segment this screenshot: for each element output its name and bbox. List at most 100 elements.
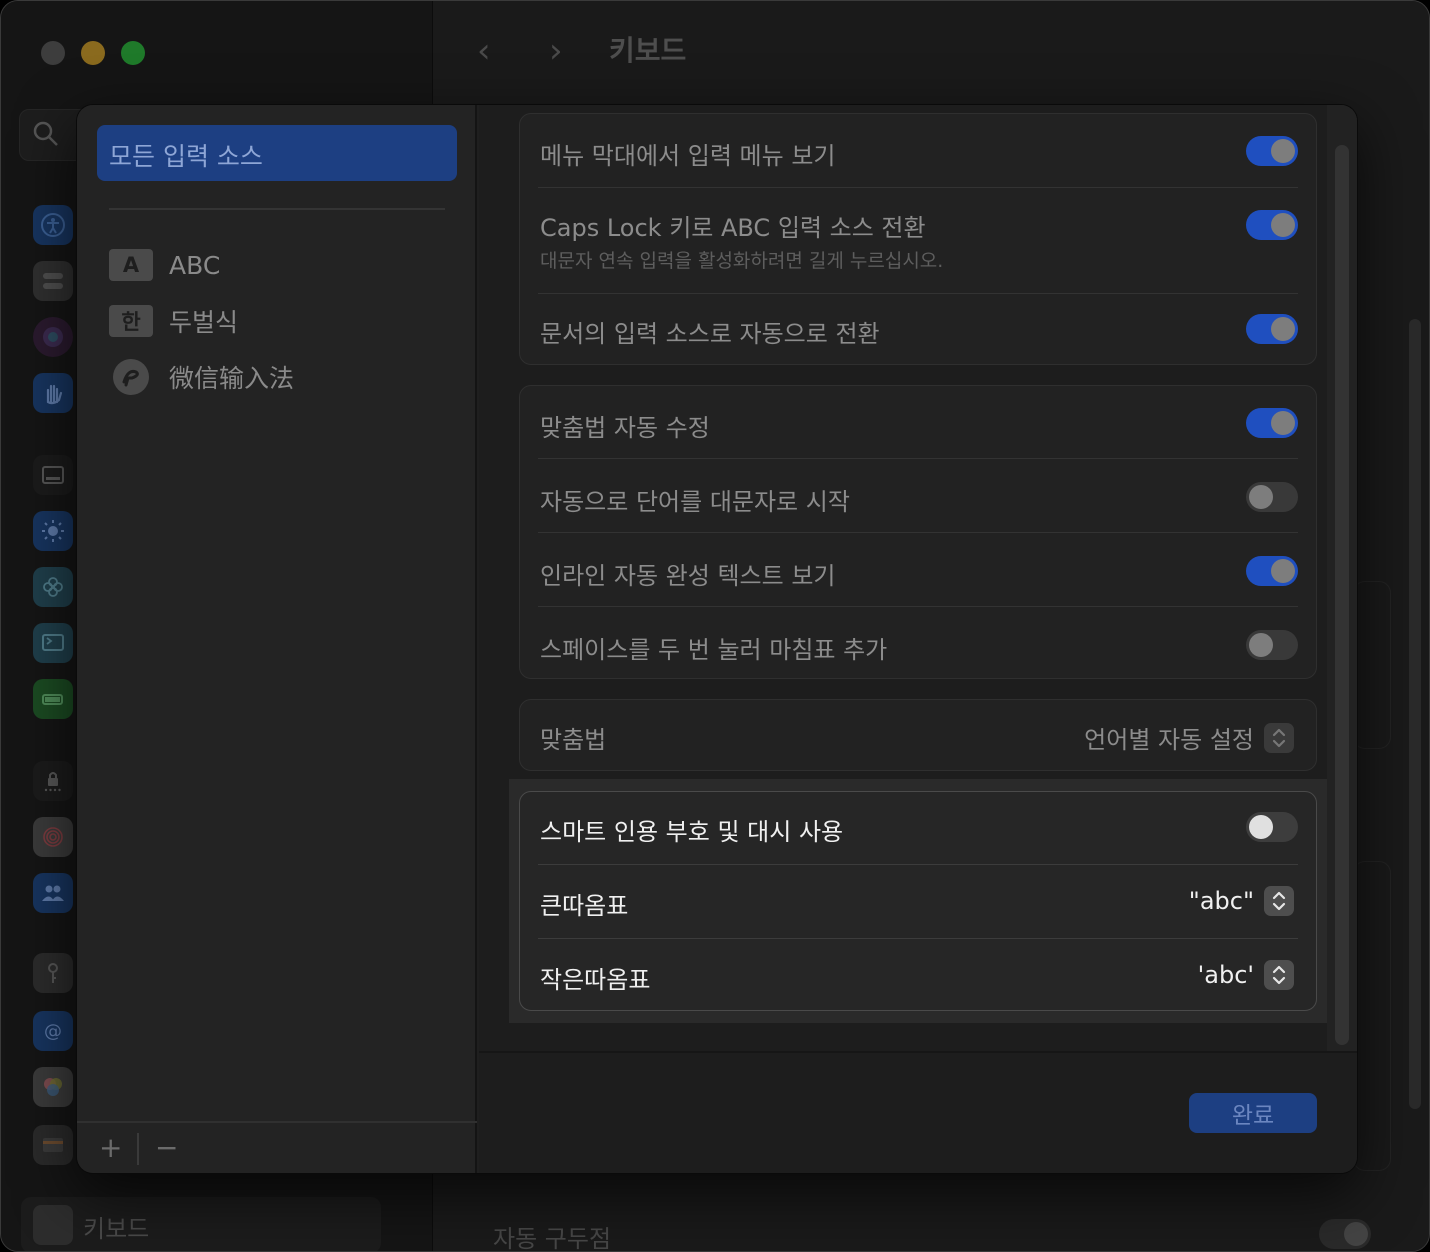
sidebar-item-keyboard[interactable]: [21, 1197, 381, 1251]
hangul-badge-icon: 한: [109, 305, 153, 337]
sidebar-item-keyboard-label: 키보드: [83, 1215, 150, 1243]
battery-icon[interactable]: [33, 679, 73, 719]
row-sublabel: 대문자 연속 입력을 활성화하려면 길게 누르십시오.: [540, 250, 944, 272]
row-label: 맞춤법 자동 수정: [540, 414, 710, 442]
row-separator: [538, 606, 1298, 607]
caps-lock-switch-toggle[interactable]: [1246, 210, 1298, 240]
double-space-period-toggle[interactable]: [1246, 630, 1298, 660]
up-down-chevron-icon: [1264, 960, 1294, 990]
background-auto-punctuation-label: 자동 구두점: [493, 1225, 612, 1252]
auto-capitalize-row: 자동으로 단어를 대문자로 시작: [540, 480, 1298, 516]
single-quotes-popup[interactable]: 'abc': [1198, 960, 1294, 990]
keyboard-icon: [33, 1205, 73, 1245]
siri-icon[interactable]: [33, 317, 73, 357]
passwords-key-icon[interactable]: [33, 953, 73, 993]
show-input-menu-toggle[interactable]: [1246, 136, 1298, 166]
auto-correct-row: 맞춤법 자동 수정: [540, 406, 1298, 442]
row-label: 자동으로 단어를 대문자로 시작: [540, 488, 850, 516]
svg-text:@: @: [44, 1021, 62, 1042]
remove-input-source-button[interactable]: −: [155, 1133, 178, 1163]
maximize-window-button[interactable]: [121, 41, 145, 65]
double-quotes-row: 큰따옴표 "abc": [540, 884, 1298, 920]
control-center-icon[interactable]: [33, 261, 73, 301]
popup-value: 언어별 자동 설정: [1084, 726, 1254, 754]
auto-switch-source-row: 문서의 입력 소스로 자동으로 전환: [540, 312, 1298, 348]
users-groups-icon[interactable]: [33, 873, 73, 913]
list-divider: [109, 208, 445, 210]
single-quotes-row: 작은따옴표 'abc': [540, 958, 1298, 994]
input-source-wechat[interactable]: 微信输入法: [109, 359, 294, 395]
background-panel-edge: [1353, 581, 1391, 749]
row-separator: [538, 458, 1298, 459]
double-quotes-popup[interactable]: "abc": [1189, 886, 1294, 916]
row-separator: [538, 938, 1298, 939]
smart-quotes-row: 스마트 인용 부호 및 대시 사용: [540, 810, 1298, 846]
row-label: 인라인 자동 완성 텍스트 보기: [540, 562, 836, 590]
close-window-button[interactable]: [41, 41, 65, 65]
auto-capitalize-toggle[interactable]: [1246, 482, 1298, 512]
background-scrollbar[interactable]: [1409, 319, 1421, 1109]
system-settings-window: ‹ › 키보드 @ 키보드 자동 구두점 모든 입력 소스 A ABC 한 두벌…: [0, 0, 1430, 1252]
wallpaper-flower-icon[interactable]: [33, 567, 73, 607]
double-space-period-row: 스페이스를 두 번 눌러 마침표 추가: [540, 628, 1298, 664]
row-separator: [538, 187, 1298, 188]
popup-value: 'abc': [1197, 961, 1254, 989]
input-sources-sheet: 모든 입력 소스 A ABC 한 두벌식 微信输入法 + − 메뉴 막대에서 입…: [77, 105, 1357, 1173]
input-source-label: ABC: [169, 250, 221, 280]
row-separator: [538, 864, 1298, 865]
forward-arrow-icon[interactable]: ›: [549, 31, 563, 71]
all-input-sources-item[interactable]: 모든 입력 소스: [97, 125, 457, 181]
text-correction-group: 맞춤법 자동 수정 자동으로 단어를 대문자로 시작 인라인 자동 완성 텍스트…: [519, 385, 1317, 679]
row-label: 스마트 인용 부호 및 대시 사용: [540, 818, 844, 846]
row-label: 메뉴 막대에서 입력 메뉴 보기: [540, 142, 836, 170]
accessibility-icon[interactable]: [33, 205, 73, 245]
row-label: Caps Lock 키로 ABC 입력 소스 전환: [540, 214, 926, 242]
back-arrow-icon[interactable]: ‹: [477, 31, 491, 71]
list-footer: + −: [77, 1121, 477, 1173]
input-source-abc[interactable]: A ABC: [109, 247, 220, 283]
displays-brightness-icon[interactable]: [33, 511, 73, 551]
spelling-row: 맞춤법 언어별 자동 설정: [540, 718, 1298, 755]
auto-switch-source-toggle[interactable]: [1246, 314, 1298, 344]
internet-accounts-at-icon[interactable]: @: [33, 1011, 73, 1051]
spelling-language-popup[interactable]: 언어별 자동 설정: [1084, 720, 1294, 755]
lock-screen-icon[interactable]: [33, 761, 73, 801]
touch-id-fingerprint-icon[interactable]: [33, 817, 73, 857]
game-center-icon[interactable]: [33, 1067, 73, 1107]
up-down-chevron-icon: [1264, 886, 1294, 916]
background-auto-punctuation-toggle[interactable]: [1319, 1219, 1371, 1249]
window-title: 키보드: [609, 34, 687, 67]
wallet-icon[interactable]: [33, 1125, 73, 1165]
privacy-hand-icon[interactable]: [33, 373, 73, 413]
search-icon: [33, 121, 58, 146]
inline-predictive-toggle[interactable]: [1246, 556, 1298, 586]
done-button[interactable]: 완료: [1189, 1093, 1317, 1133]
row-label: 작은따옴표: [540, 966, 651, 994]
settings-scrollbar-thumb[interactable]: [1335, 145, 1349, 1045]
footer-separator: [137, 1133, 139, 1165]
row-separator: [538, 293, 1298, 294]
minimize-window-button[interactable]: [81, 41, 105, 65]
inline-predictive-row: 인라인 자동 완성 텍스트 보기: [540, 554, 1298, 590]
desktop-dock-icon[interactable]: [33, 455, 73, 495]
popup-value: "abc": [1188, 887, 1254, 915]
smart-quotes-toggle[interactable]: [1246, 812, 1298, 842]
caps-lock-switch-row: Caps Lock 키로 ABC 입력 소스 전환 대문자 연속 입력을 활성화…: [540, 206, 1298, 276]
background-panel-edge: [1353, 861, 1391, 1171]
add-input-source-button[interactable]: +: [99, 1133, 122, 1163]
wechat-icon: [113, 359, 149, 395]
auto-correct-toggle[interactable]: [1246, 408, 1298, 438]
all-input-sources-label: 모든 입력 소스: [109, 142, 263, 171]
spelling-group: 맞춤법 언어별 자동 설정: [519, 699, 1317, 771]
input-menu-group: 메뉴 막대에서 입력 메뉴 보기 Caps Lock 키로 ABC 입력 소스 …: [519, 113, 1317, 365]
row-label: 스페이스를 두 번 눌러 마침표 추가: [540, 636, 888, 664]
row-label: 문서의 입력 소스로 자동으로 전환: [540, 320, 880, 348]
show-input-menu-row: 메뉴 막대에서 입력 메뉴 보기: [540, 134, 1298, 170]
row-label: 맞춤법: [540, 726, 607, 754]
input-source-label: 微信输入法: [169, 364, 295, 393]
input-source-2set-korean[interactable]: 한 두벌식: [109, 303, 238, 339]
screen-saver-icon[interactable]: [33, 623, 73, 663]
input-source-label: 두벌식: [169, 308, 239, 337]
footer-divider: [479, 1051, 1357, 1053]
row-label: 큰따옴표: [540, 892, 629, 920]
